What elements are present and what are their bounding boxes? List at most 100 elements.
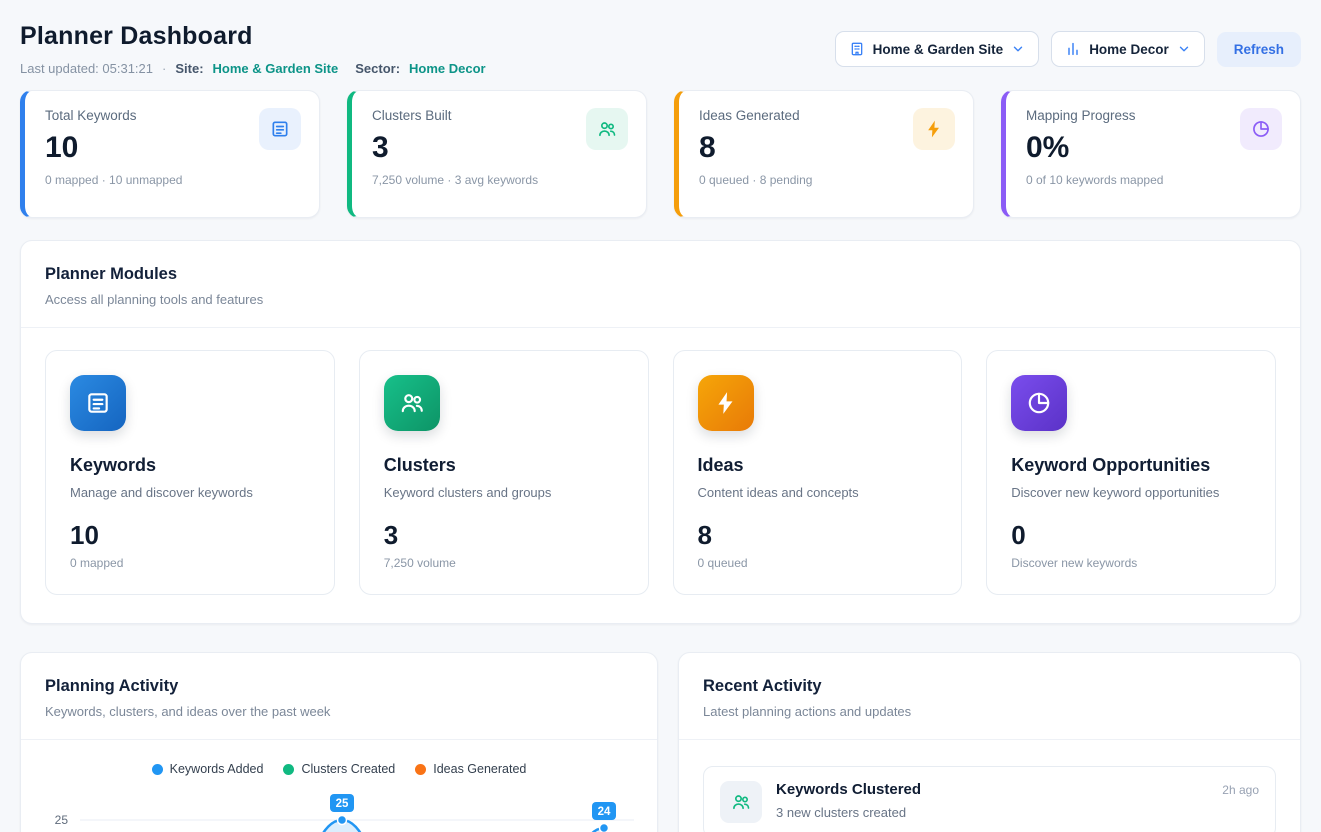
stat-card-mapping-progress: Mapping Progress 0% 0 of 10 keywords map…	[1001, 90, 1301, 218]
module-description: Keyword clusters and groups	[384, 485, 624, 500]
section-subtitle: Keywords, clusters, and ideas over the p…	[45, 704, 633, 719]
pie-chart-icon	[1011, 375, 1067, 431]
site-link[interactable]: Home & Garden Site	[213, 61, 339, 76]
stats-row: Total Keywords 10 0 mapped · 10 unmapped…	[20, 90, 1301, 218]
site-label: Site:	[175, 61, 203, 76]
module-detail: 7,250 volume	[384, 556, 624, 570]
section-title: Recent Activity	[703, 677, 1276, 696]
sector-selector[interactable]: Home Decor	[1051, 31, 1205, 67]
recent-item-description: 3 new clusters created	[776, 805, 921, 820]
planning-activity-chart: 25 25 24	[34, 784, 644, 832]
module-title: Ideas	[698, 455, 938, 476]
recent-activity-header: Recent Activity Latest planning actions …	[679, 653, 1300, 740]
users-icon	[586, 108, 628, 150]
stat-text: Ideas Generated 8 0 queued · 8 pending	[699, 108, 812, 202]
bolt-icon	[698, 375, 754, 431]
title-block: Planner Dashboard Last updated: 05:31:21…	[20, 22, 486, 76]
module-card-clusters[interactable]: Clusters Keyword clusters and groups 3 7…	[359, 350, 649, 595]
stat-card-total-keywords: Total Keywords 10 0 mapped · 10 unmapped	[20, 90, 320, 218]
section-title: Planning Activity	[45, 677, 633, 696]
stat-text: Mapping Progress 0% 0 of 10 keywords map…	[1026, 108, 1163, 202]
legend-label: Ideas Generated	[433, 762, 526, 776]
stat-label: Mapping Progress	[1026, 108, 1163, 123]
stat-detail: 7,250 volume · 3 avg keywords	[372, 173, 538, 187]
stat-text: Clusters Built 3 7,250 volume · 3 avg ke…	[372, 108, 538, 202]
section-subtitle: Access all planning tools and features	[45, 292, 1276, 307]
svg-text:25: 25	[55, 813, 69, 827]
refresh-button[interactable]: Refresh	[1217, 32, 1301, 67]
stat-value: 10	[45, 131, 182, 165]
stat-detail: 0 of 10 keywords mapped	[1026, 173, 1163, 187]
meta-row: Last updated: 05:31:21 · Site: Home & Ga…	[20, 61, 486, 76]
module-detail: 0 queued	[698, 556, 938, 570]
module-value: 10	[70, 520, 310, 551]
chart-legend: Keywords Added Clusters Created Ideas Ge…	[21, 740, 657, 776]
users-icon	[720, 781, 762, 823]
module-value: 8	[698, 520, 938, 551]
bolt-icon	[913, 108, 955, 150]
stat-card-ideas-generated: Ideas Generated 8 0 queued · 8 pending	[674, 90, 974, 218]
recent-activity-item: Keywords Clustered 3 new clusters create…	[703, 766, 1276, 832]
sector-label: Sector:	[355, 61, 400, 76]
section-title: Planner Modules	[45, 265, 1276, 284]
header-controls: Home & Garden Site Home Decor Refresh	[835, 31, 1301, 67]
module-card-keywords[interactable]: Keywords Manage and discover keywords 10…	[45, 350, 335, 595]
last-updated-text: Last updated: 05:31:21	[20, 61, 153, 76]
svg-text:24: 24	[598, 806, 611, 818]
site-selector[interactable]: Home & Garden Site	[835, 31, 1040, 67]
stat-label: Clusters Built	[372, 108, 538, 123]
planner-modules-header: Planner Modules Access all planning tool…	[21, 241, 1300, 328]
planning-activity-header: Planning Activity Keywords, clusters, an…	[21, 653, 657, 740]
building-icon	[849, 41, 865, 57]
section-subtitle: Latest planning actions and updates	[703, 704, 1276, 719]
bottom-row: Planning Activity Keywords, clusters, an…	[20, 652, 1301, 832]
module-card-keyword-opportunities[interactable]: Keyword Opportunities Discover new keywo…	[986, 350, 1276, 595]
users-icon	[384, 375, 440, 431]
module-title: Keywords	[70, 455, 310, 476]
top-bar: Planner Dashboard Last updated: 05:31:21…	[20, 22, 1301, 76]
svg-text:25: 25	[336, 798, 349, 810]
module-description: Content ideas and concepts	[698, 485, 938, 500]
stat-detail: 0 mapped · 10 unmapped	[45, 173, 182, 187]
stat-text: Total Keywords 10 0 mapped · 10 unmapped	[45, 108, 182, 202]
module-detail: Discover new keywords	[1011, 556, 1251, 570]
stat-detail: 0 queued · 8 pending	[699, 173, 812, 187]
document-icon	[70, 375, 126, 431]
module-value: 0	[1011, 520, 1251, 551]
module-description: Manage and discover keywords	[70, 485, 310, 500]
stat-value: 0%	[1026, 131, 1163, 165]
planner-dashboard-page: Planner Dashboard Last updated: 05:31:21…	[0, 0, 1321, 832]
recent-activity-panel: Recent Activity Latest planning actions …	[678, 652, 1301, 832]
module-description: Discover new keyword opportunities	[1011, 485, 1251, 500]
chevron-down-icon	[1011, 42, 1025, 56]
stat-label: Ideas Generated	[699, 108, 812, 123]
stat-value: 8	[699, 131, 812, 165]
recent-item-text: Keywords Clustered 3 new clusters create…	[776, 781, 921, 820]
stat-label: Total Keywords	[45, 108, 182, 123]
legend-label: Clusters Created	[301, 762, 395, 776]
legend-item-clusters-created: Clusters Created	[283, 762, 395, 776]
legend-dot	[283, 764, 294, 775]
recent-item-timestamp: 2h ago	[1222, 781, 1259, 797]
module-detail: 0 mapped	[70, 556, 310, 570]
page-title: Planner Dashboard	[20, 22, 486, 51]
chart-area: 25 25 24	[21, 776, 657, 832]
module-title: Keyword Opportunities	[1011, 455, 1251, 476]
module-card-ideas[interactable]: Ideas Content ideas and concepts 8 0 que…	[673, 350, 963, 595]
sector-selector-label: Home Decor	[1089, 42, 1169, 57]
separator-dot: ·	[162, 61, 166, 76]
module-title: Clusters	[384, 455, 624, 476]
legend-dot	[415, 764, 426, 775]
legend-label: Keywords Added	[170, 762, 264, 776]
module-value: 3	[384, 520, 624, 551]
planner-modules-panel: Planner Modules Access all planning tool…	[20, 240, 1301, 624]
planning-activity-panel: Planning Activity Keywords, clusters, an…	[20, 652, 658, 832]
legend-item-keywords-added: Keywords Added	[152, 762, 264, 776]
stat-card-clusters-built: Clusters Built 3 7,250 volume · 3 avg ke…	[347, 90, 647, 218]
modules-grid: Keywords Manage and discover keywords 10…	[21, 328, 1300, 623]
chevron-down-icon	[1177, 42, 1191, 56]
legend-item-ideas-generated: Ideas Generated	[415, 762, 526, 776]
bar-chart-icon	[1065, 41, 1081, 57]
sector-link[interactable]: Home Decor	[409, 61, 486, 76]
recent-item-title: Keywords Clustered	[776, 781, 921, 798]
